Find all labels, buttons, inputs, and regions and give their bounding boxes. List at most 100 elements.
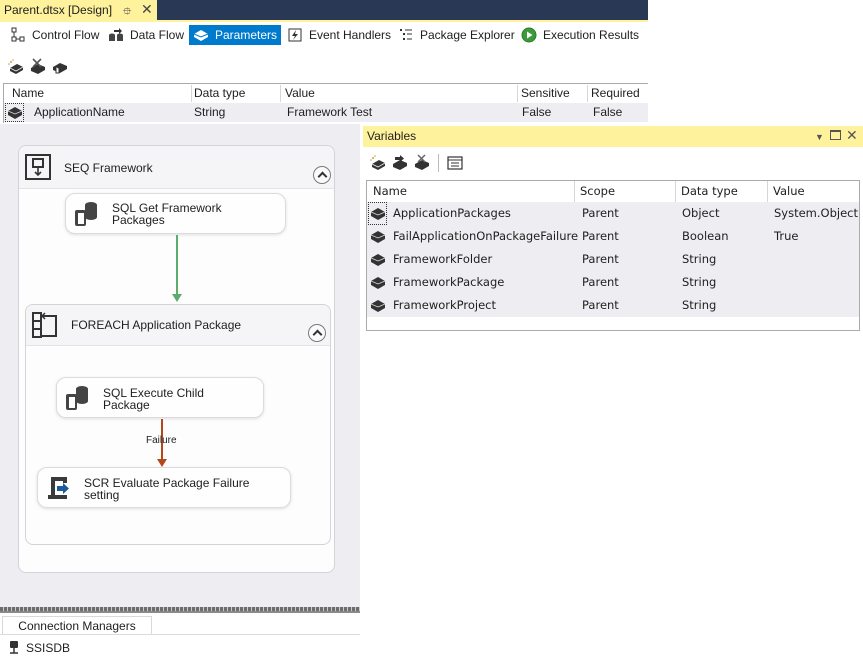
variables-header-row: Name Scope Data type Value xyxy=(367,181,859,202)
window-menu-dropdown-icon[interactable]: ▼ xyxy=(815,132,824,142)
column-header-value[interactable]: Value xyxy=(285,84,315,103)
table-row[interactable]: ApplicationPackages Parent Object System.Ob… xyxy=(367,202,859,225)
variable-scope[interactable]: Parent xyxy=(582,202,619,225)
tab-package-explorer-label: Package Explorer xyxy=(420,28,515,42)
column-header-name[interactable]: Name xyxy=(373,181,407,202)
add-variable-icon[interactable] xyxy=(369,154,387,172)
variable-name[interactable]: FrameworkProject xyxy=(393,294,496,317)
column-separator[interactable] xyxy=(675,181,676,202)
connection-managers-separator xyxy=(0,634,360,635)
delete-parameter-icon[interactable] xyxy=(29,58,47,76)
tab-control-flow[interactable]: Control Flow xyxy=(6,25,103,45)
task-sql-execute-child-package[interactable]: SQL Execute Child Package xyxy=(56,377,264,418)
column-separator[interactable] xyxy=(517,85,518,102)
control-flow-icon xyxy=(10,27,26,43)
variables-panel-title: Variables xyxy=(367,129,417,143)
variable-data-type[interactable]: String xyxy=(682,248,716,271)
parameter-value[interactable]: Framework Test xyxy=(287,103,372,122)
sequence-container-header: SEQ Framework xyxy=(19,146,334,189)
column-separator[interactable] xyxy=(280,85,281,102)
success-precedence-constraint[interactable] xyxy=(176,235,178,295)
collapse-button[interactable] xyxy=(308,324,326,342)
column-header-name[interactable]: Name xyxy=(12,84,44,103)
column-header-data-type[interactable]: Data type xyxy=(681,181,738,202)
task-sql-get-framework-packages[interactable]: SQL Get Framework Packages xyxy=(65,193,286,234)
variable-name[interactable]: FrameworkPackage xyxy=(393,271,504,294)
tab-parameters-label: Parameters xyxy=(215,28,278,42)
variable-icon xyxy=(370,298,386,314)
column-separator[interactable] xyxy=(574,181,575,202)
parameter-sensitive[interactable]: False xyxy=(522,103,551,122)
variable-value[interactable]: System.Object xyxy=(774,202,858,225)
column-separator[interactable] xyxy=(767,181,768,202)
maximize-icon[interactable] xyxy=(830,130,841,140)
column-header-required[interactable]: Required xyxy=(591,84,640,103)
tab-event-handlers[interactable]: Event Handlers xyxy=(283,25,395,45)
variable-data-type[interactable]: Object xyxy=(682,202,719,225)
designer-tab-bar: Control Flow Data Flow Parameters Event … xyxy=(0,22,648,48)
close-icon[interactable]: ✕ xyxy=(846,127,858,144)
data-flow-icon xyxy=(108,27,124,43)
variables-panel-title-bar[interactable]: Variables ▼ ✕ xyxy=(363,126,863,147)
column-separator[interactable] xyxy=(191,85,192,102)
parameter-data-type[interactable]: String xyxy=(194,103,225,122)
sequence-container[interactable]: SEQ Framework SQL Get Framework Packages… xyxy=(18,145,335,573)
collapse-button[interactable] xyxy=(313,166,331,184)
move-variable-icon[interactable] xyxy=(391,154,409,172)
column-separator[interactable] xyxy=(587,85,588,102)
variable-scope[interactable]: Parent xyxy=(582,225,619,248)
connection-manager-item[interactable]: SSISDB xyxy=(8,639,70,657)
execute-sql-task-icon xyxy=(73,201,99,227)
tab-event-handlers-label: Event Handlers xyxy=(309,28,392,42)
tab-parameters[interactable]: Parameters xyxy=(189,25,281,45)
variable-scope[interactable]: Parent xyxy=(582,248,619,271)
variable-data-type[interactable]: String xyxy=(682,294,716,317)
designer-splitter-line xyxy=(0,611,360,613)
column-header-data-type[interactable]: Data type xyxy=(194,84,245,103)
column-header-value[interactable]: Value xyxy=(773,181,805,202)
tab-execution-results[interactable]: Execution Results xyxy=(517,25,643,45)
task-scr-evaluate-package-failure[interactable]: SCR Evaluate Package Failure setting xyxy=(37,467,291,508)
tab-control-flow-label: Control Flow xyxy=(32,28,100,42)
control-flow-canvas[interactable]: SEQ Framework SQL Get Framework Packages… xyxy=(0,124,360,607)
variable-name[interactable]: FrameworkFolder xyxy=(393,248,492,271)
close-icon[interactable]: ✕ xyxy=(141,1,153,18)
connection-managers-tab[interactable]: Connection Managers xyxy=(2,616,152,635)
table-row[interactable]: FailApplicationOnPackageFailure Parent Boo… xyxy=(367,225,859,248)
variable-scope[interactable]: Parent xyxy=(582,271,619,294)
variable-data-type[interactable]: String xyxy=(682,271,716,294)
parameter-name[interactable]: ApplicationName xyxy=(34,103,125,122)
variable-name[interactable]: FailApplicationOnPackageFailure xyxy=(393,225,578,248)
column-header-sensitive[interactable]: Sensitive xyxy=(521,84,570,103)
variable-name[interactable]: ApplicationPackages xyxy=(393,202,511,225)
foreach-container-title[interactable]: FOREACH Application Package xyxy=(71,318,241,332)
parameter-icon xyxy=(7,105,23,121)
foreach-container-header: FOREACH Application Package xyxy=(26,305,330,346)
script-task-icon xyxy=(45,475,71,501)
task-label-line-2: setting xyxy=(84,488,120,502)
table-row[interactable]: FrameworkProject Parent String xyxy=(367,294,859,317)
task-label-line-2: Package xyxy=(103,398,150,412)
table-row[interactable]: FrameworkPackage Parent String xyxy=(367,271,859,294)
sequence-container-title[interactable]: SEQ Framework xyxy=(64,161,153,175)
table-row[interactable]: ApplicationName String Framework Test Fa… xyxy=(4,103,648,122)
column-header-scope[interactable]: Scope xyxy=(580,181,615,202)
package-explorer-icon xyxy=(398,27,414,43)
document-tab-title: Parent.dtsx [Design] xyxy=(4,3,113,17)
tab-data-flow[interactable]: Data Flow xyxy=(104,25,188,45)
tab-package-explorer[interactable]: Package Explorer xyxy=(394,25,519,45)
constraint-label: Failure xyxy=(146,435,177,446)
delete-variable-icon[interactable] xyxy=(413,154,431,172)
tab-data-flow-label: Data Flow xyxy=(130,28,185,42)
variable-icon xyxy=(370,252,386,268)
add-parameter-icon[interactable] xyxy=(7,58,25,76)
document-tab[interactable]: Parent.dtsx [Design] ⯐ ✕ xyxy=(0,0,157,20)
parameter-required[interactable]: False xyxy=(593,103,622,122)
foreach-loop-container[interactable]: FOREACH Application Package SQL Execute … xyxy=(25,304,331,545)
variable-data-type[interactable]: Boolean xyxy=(682,225,729,248)
grid-options-icon[interactable] xyxy=(446,154,464,172)
table-row[interactable]: FrameworkFolder Parent String xyxy=(367,248,859,271)
variable-scope[interactable]: Parent xyxy=(582,294,619,317)
add-to-config-icon[interactable] xyxy=(51,58,69,76)
variable-value[interactable]: True xyxy=(774,225,798,248)
